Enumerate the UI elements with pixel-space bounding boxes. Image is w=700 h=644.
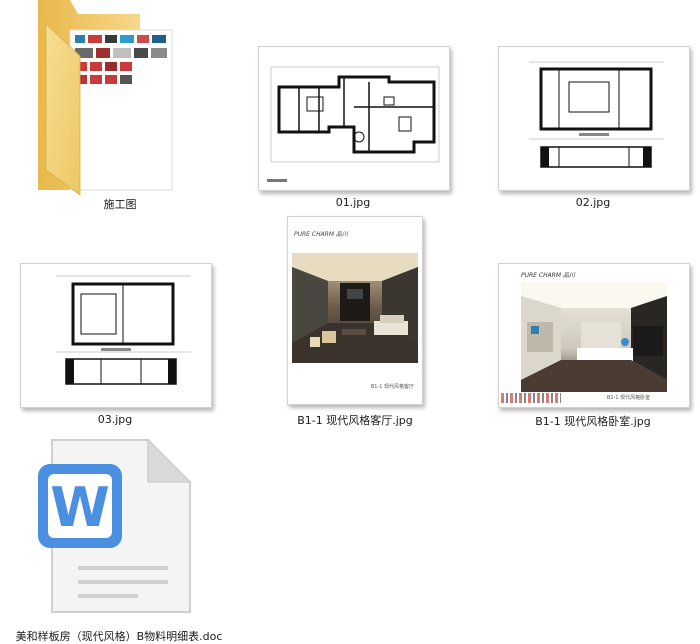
word-document-icon: W <box>38 438 192 613</box>
floorplan-thumbnail <box>498 46 690 191</box>
file-name: B1-1 现代风格客厅.jpg <box>297 414 413 427</box>
file-item-folder[interactable]: 施工图 <box>20 0 180 215</box>
file-item-01-jpg[interactable]: 01.jpg <box>258 46 450 216</box>
brand-logo: PURE CHARM 品川 <box>521 272 575 279</box>
file-item-bedroom-jpg[interactable]: PURE CHARM 品川 B1-1 现代风格卧室 B1-1 现代风格卧室.jp… <box>498 263 690 433</box>
file-item-living-room-jpg[interactable]: PURE CHARM 品川 B1-1 现代风格客厅 B1-1 现代风格客厅.jp… <box>285 216 425 431</box>
file-item-03-jpg[interactable]: 03.jpg <box>20 263 212 433</box>
file-name: B1-1 现代风格卧室.jpg <box>535 415 651 428</box>
file-name: 01.jpg <box>335 196 371 209</box>
folder-icon <box>38 0 173 195</box>
render-caption: B1-1 现代风格客厅 <box>370 384 414 390</box>
bedroom-render-thumbnail: PURE CHARM 品川 B1-1 现代风格卧室 <box>498 263 690 408</box>
caption-strip <box>501 393 561 403</box>
file-name: 施工图 <box>103 198 137 211</box>
file-item-word-doc[interactable]: W 美和样板房（现代风格）B物料明细表.doc <box>16 438 222 643</box>
file-name: 03.jpg <box>97 413 133 426</box>
word-logo-letter: W <box>50 476 110 539</box>
floorplan-thumbnail <box>258 46 450 191</box>
render-caption: B1-1 现代风格卧室 <box>607 395 651 401</box>
file-name: 美和样板房（现代风格）B物料明细表.doc <box>15 630 223 643</box>
floorplan-thumbnail <box>20 263 212 408</box>
living-room-render-thumbnail: PURE CHARM 品川 B1-1 现代风格客厅 <box>287 216 423 405</box>
brand-logo: PURE CHARM 品川 <box>294 231 348 238</box>
file-item-02-jpg[interactable]: 02.jpg <box>498 46 690 216</box>
file-name: 02.jpg <box>575 196 611 209</box>
